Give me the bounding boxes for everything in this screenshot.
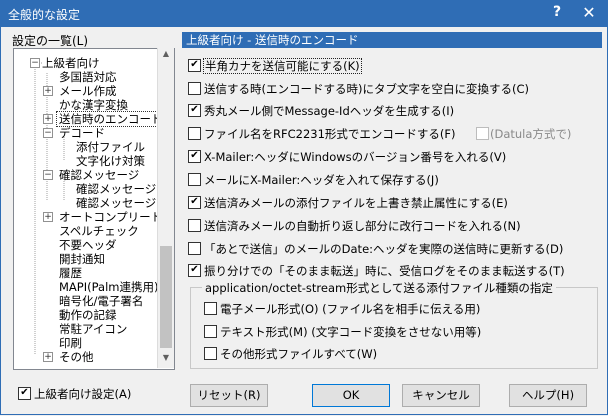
section-header: 上級者向け - 送信時のエンコード [182,32,602,48]
option-checkbox-xmailer-save[interactable] [188,173,201,186]
option-label-xmailer-save[interactable]: メールにX-Mailer:ヘッダを入れて保存する(J) [204,172,439,188]
scroll-up-icon[interactable]: ▲ [158,49,174,63]
option-label-forward-log[interactable]: 振り分けでの「そのまま転送」時に、受信ログをそのまま転送する(T) [204,263,565,279]
octet-label-email[interactable]: 電子メール形式(O) (ファイル名を相手に伝える用) [220,301,480,317]
option-checkbox-attachment-readonly[interactable]: ✔ [188,196,201,209]
close-icon[interactable]: ✕ [580,3,598,22]
help-icon[interactable]: ? [548,4,566,22]
octet-checkbox-text[interactable] [204,325,217,338]
octet-checkbox-email[interactable] [204,302,217,315]
tree-item-advanced[interactable]: 上級者向け [42,56,100,70]
scrollbar-thumb[interactable] [160,246,172,348]
collapse-icon[interactable]: − [30,58,40,68]
tree-item-history[interactable]: 履歴 [59,266,82,280]
tree-item-tray-icon[interactable]: 常駐アイコン [59,322,127,336]
option-label-windows-version[interactable]: X-Mailer:ヘッダにWindowsのバージョン番号を入れる(V) [204,149,506,165]
tree-item-compose[interactable]: メール作成 [59,84,117,98]
octet-label-text[interactable]: テキスト形式(M) (文字コード変換をさせない用等) [220,324,481,340]
expand-icon[interactable]: + [43,86,53,96]
option-checkbox-wrap-newline[interactable] [188,219,201,232]
advanced-settings-checkbox[interactable]: ✔ [18,387,31,400]
collapse-icon[interactable]: − [43,170,53,180]
option-checkbox-date-update[interactable] [188,242,201,255]
option-label-message-id[interactable]: 秀丸メール側でMessage-Idヘッダを生成する(I) [204,103,454,119]
cancel-button[interactable]: キャンセル [402,384,480,407]
tree-item-multilingual[interactable]: 多国語対応 [59,70,117,84]
tree-item-mapi[interactable]: MAPI(Palm連携用) [59,280,158,294]
option-checkbox-forward-log[interactable]: ✔ [188,264,201,277]
tree-item-mojibake[interactable]: 文字化け対策 [76,154,145,168]
expand-icon[interactable]: + [43,352,53,362]
tree-scrollbar[interactable]: ▲ ▼ [157,48,174,368]
option-label-date-update[interactable]: 「あとで送信」のメールのDate:ヘッダを実際の送信時に更新する(D) [204,241,563,257]
tree-item-confirm3[interactable]: 確認メッセージ3 [76,196,164,210]
tree-item-confirm[interactable]: 確認メッセージ [59,168,139,182]
octet-label-other[interactable]: その他形式ファイルすべて(W) [220,346,377,362]
option-label-datula: (Datula方式で) [490,127,572,141]
tree-item-attachments[interactable]: 添付ファイル [76,140,145,154]
tree-item-decode[interactable]: デコード [59,126,105,140]
octet-stream-group-title: application/octet-stream形式として送る添付ファイル種類の… [202,280,556,296]
tree-item-kana-kanji[interactable]: かな漢字変換 [59,98,128,112]
option-checkbox-halfwidth-kana[interactable]: ✔ [188,59,201,72]
tree-item-autocomplete[interactable]: オートコンプリート [59,210,162,224]
tree-item-spellcheck[interactable]: スペルチェック [59,224,139,238]
option-checkbox-windows-version[interactable]: ✔ [188,150,201,163]
option-checkbox-datula [476,127,489,140]
ok-button[interactable]: OK [312,384,390,407]
tree-item-other[interactable]: その他 [59,350,94,364]
option-checkbox-rfc2231[interactable] [188,127,201,140]
tree-item-encryption[interactable]: 暗号化/電子署名 [59,294,143,308]
option-label-halfwidth-kana[interactable]: 半角カナを送信可能にする(K) [203,58,362,74]
tree-item-confirm2[interactable]: 確認メッセージ2 [76,182,164,196]
advanced-settings-label[interactable]: 上級者向け設定(A) [34,386,131,402]
option-checkbox-message-id[interactable]: ✔ [188,104,201,117]
settings-tree[interactable]: − 上級者向け 多国語対応 + メール作成 かな漢字変換 + 送信時のエンコード… [13,48,175,370]
help-button[interactable]: ヘルプ(H) [509,384,587,407]
reset-button[interactable]: リセット(R) [190,384,268,407]
tree-item-read-receipt[interactable]: 開封通知 [59,252,105,266]
octet-checkbox-other[interactable] [204,347,217,360]
settings-list-label: 設定の一覧(L) [12,34,89,48]
tree-item-send-encoding[interactable]: 送信時のエンコード [56,111,166,127]
collapse-icon[interactable]: − [43,128,53,138]
tree-item-activity-log[interactable]: 動作の記録 [59,308,117,322]
scroll-down-icon[interactable]: ▼ [158,353,174,367]
expand-icon[interactable]: + [43,212,53,222]
expand-icon[interactable]: + [43,114,53,124]
option-label-rfc2231[interactable]: ファイル名をRFC2231形式でエンコードする(F) [204,126,456,142]
option-label-wrap-newline[interactable]: 送信済みメールの自動折り返し部分に改行コードを入れる(N) [204,218,521,234]
tree-item-unneeded-headers[interactable]: 不要ヘッダ [59,238,117,252]
option-label-attachment-readonly[interactable]: 送信済みメールの添付ファイルを上書き禁止属性にする(E) [204,195,508,211]
option-label-tab-to-space[interactable]: 送信する時(エンコードする時)にタブ文字を空白に変換する(C) [204,81,529,97]
title-bar: 全般的な設定 ? ✕ [0,0,608,27]
option-checkbox-tab-to-space[interactable] [188,82,201,95]
window-title: 全般的な設定 [8,8,81,22]
tree-item-print[interactable]: 印刷 [59,336,82,350]
